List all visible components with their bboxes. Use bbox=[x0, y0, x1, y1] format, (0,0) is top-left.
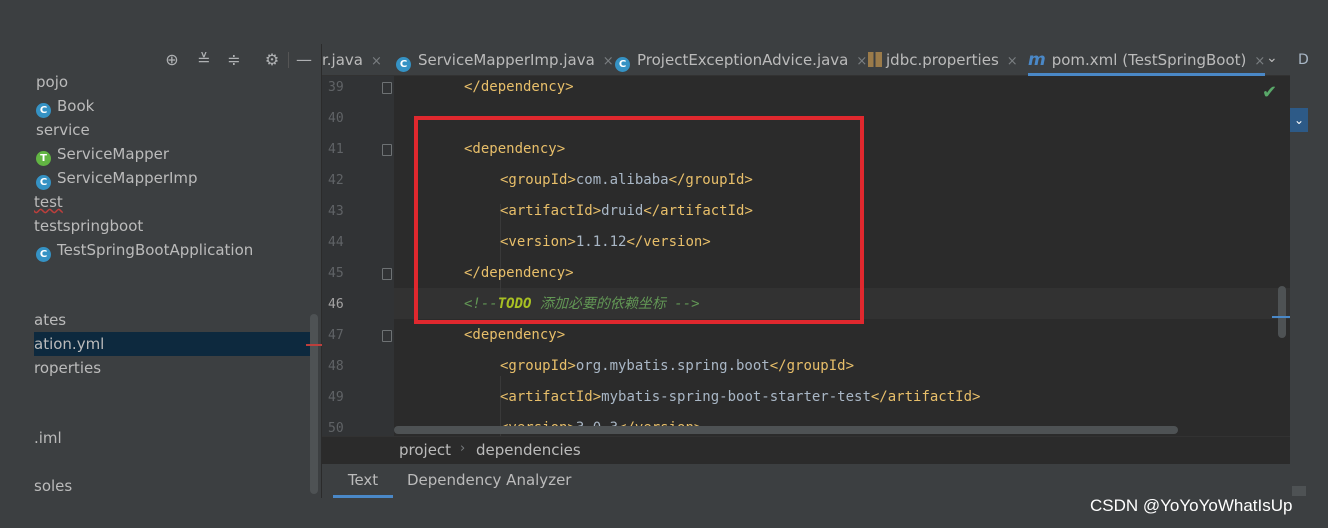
chevron-down-icon[interactable]: ⌄ bbox=[1290, 108, 1308, 132]
collapse-all-icon[interactable]: ≑ bbox=[224, 50, 244, 70]
horizontal-scrollbar[interactable] bbox=[394, 426, 1178, 434]
gear-icon[interactable]: ⚙ bbox=[262, 50, 282, 70]
chevron-down-icon[interactable]: ⌄ bbox=[1266, 50, 1278, 66]
close-icon[interactable]: × bbox=[1007, 54, 1018, 69]
code-line-48: <groupId>org.mybatis.spring.boot</groupI… bbox=[500, 358, 855, 374]
tree-item-servicemapper[interactable]: T ServiceMapper bbox=[36, 142, 169, 166]
tree-item-servicemapperimp[interactable]: C ServiceMapperImp bbox=[36, 166, 198, 190]
line-gutter: 39 40 41 42 43 44 45 46 47 48 49 50 bbox=[322, 76, 394, 436]
fold-marker-icon[interactable] bbox=[382, 82, 392, 94]
line-number-current: 46 bbox=[328, 297, 344, 312]
tree-item-service[interactable]: service bbox=[36, 118, 90, 142]
tree-item-testspringboot[interactable]: testspringboot bbox=[34, 214, 143, 238]
code-line-47: <dependency> bbox=[464, 327, 566, 343]
interface-icon: T bbox=[36, 151, 51, 166]
line-number: 44 bbox=[328, 235, 344, 250]
editor-bottom-tabs: Text Dependency Analyzer bbox=[322, 464, 1290, 498]
chevron-right-icon: › bbox=[460, 441, 466, 456]
tab-jdbc-properties[interactable]: jdbc.properties × bbox=[868, 44, 1018, 76]
close-icon[interactable]: × bbox=[371, 54, 382, 69]
tab-text[interactable]: Text bbox=[333, 464, 393, 498]
maven-icon: m bbox=[1028, 50, 1046, 70]
watermark: CSDN @YoYoYoWhatIsUp bbox=[1090, 496, 1293, 515]
line-number: 42 bbox=[328, 173, 344, 188]
tab-pom-xml[interactable]: m pom.xml (TestSpringBoot) × bbox=[1028, 44, 1266, 76]
fold-marker-icon[interactable] bbox=[382, 268, 392, 280]
editor: r.java × C ServiceMapperImp.java × C Project… bbox=[322, 44, 1290, 498]
tree-item-book[interactable]: C Book bbox=[36, 94, 94, 118]
properties-icon bbox=[868, 52, 882, 67]
fold-marker-icon[interactable] bbox=[382, 144, 392, 156]
tab-servicemapperimp[interactable]: C ServiceMapperImp.java × bbox=[396, 44, 614, 76]
code-line-49: <artifactId>mybatis-spring-boot-starter-… bbox=[500, 389, 981, 405]
crosshair-icon[interactable]: ⊕ bbox=[162, 50, 182, 70]
breadcrumb-item-dependencies[interactable]: dependencies bbox=[476, 441, 581, 459]
line-number: 48 bbox=[328, 359, 344, 374]
tree-item-consoles[interactable]: soles bbox=[34, 474, 72, 498]
editor-scrollbar[interactable] bbox=[1278, 286, 1286, 338]
class-icon: C bbox=[36, 175, 51, 190]
class-icon: C bbox=[615, 57, 630, 72]
line-number: 49 bbox=[328, 390, 344, 405]
close-icon[interactable]: × bbox=[1254, 54, 1265, 69]
tree-item-pojo[interactable]: pojo bbox=[36, 70, 68, 94]
project-scrollbar[interactable] bbox=[310, 314, 318, 494]
close-icon[interactable]: × bbox=[603, 54, 614, 69]
breadcrumb-item-project[interactable]: project bbox=[399, 441, 451, 459]
tab-r-java[interactable]: r.java × bbox=[322, 44, 382, 76]
class-icon: C bbox=[396, 57, 411, 72]
breadcrumb: project › dependencies bbox=[322, 436, 1290, 464]
line-number: 41 bbox=[328, 142, 344, 157]
tree-item-iml[interactable]: .iml bbox=[34, 426, 62, 450]
spring-app-icon: C bbox=[36, 247, 51, 262]
line-number: 47 bbox=[328, 328, 344, 343]
check-icon[interactable]: ✔ bbox=[1262, 82, 1277, 103]
line-number: 50 bbox=[328, 421, 344, 436]
tree-item-templates[interactable]: ates bbox=[34, 308, 66, 332]
editor-tabs: r.java × C ServiceMapperImp.java × C Project… bbox=[322, 44, 1290, 76]
annotation-highlight-box bbox=[414, 116, 864, 324]
caret-marker bbox=[1272, 316, 1290, 318]
right-tool-strip: D ⌄ bbox=[1290, 44, 1328, 498]
right-tool-label[interactable]: D bbox=[1298, 52, 1309, 68]
corner-scroll bbox=[1292, 486, 1306, 496]
expand-all-icon[interactable]: ≚ bbox=[194, 50, 214, 70]
line-number: 40 bbox=[328, 111, 344, 126]
tab-projectexceptionadvice[interactable]: C ProjectExceptionAdvice.java × bbox=[615, 44, 867, 76]
tree-item-properties[interactable]: roperties bbox=[34, 356, 101, 380]
minimize-icon[interactable]: — bbox=[294, 50, 314, 70]
window-top-strip bbox=[0, 0, 1328, 44]
line-number: 43 bbox=[328, 204, 344, 219]
tree-item-test[interactable]: test bbox=[34, 190, 63, 214]
line-number: 45 bbox=[328, 266, 344, 281]
project-tool-window: ⊕ ≚ ≑ ⚙ — pojo C Book service T ServiceMap… bbox=[34, 44, 322, 498]
close-icon[interactable]: × bbox=[856, 54, 867, 69]
line-number: 39 bbox=[328, 80, 344, 95]
class-icon: C bbox=[36, 103, 51, 118]
tree-item-testspringbootapplication[interactable]: C TestSpringBootApplication bbox=[36, 238, 253, 262]
code-line-39: </dependency> bbox=[464, 79, 574, 95]
tab-dependency-analyzer[interactable]: Dependency Analyzer bbox=[407, 464, 571, 498]
toolbar-divider bbox=[288, 52, 289, 68]
error-marker bbox=[306, 344, 322, 346]
project-toolbar: ⊕ ≚ ≑ ⚙ — bbox=[34, 44, 322, 76]
fold-marker-icon[interactable] bbox=[382, 330, 392, 342]
tree-item-application-yml[interactable]: ation.yml bbox=[34, 332, 310, 356]
